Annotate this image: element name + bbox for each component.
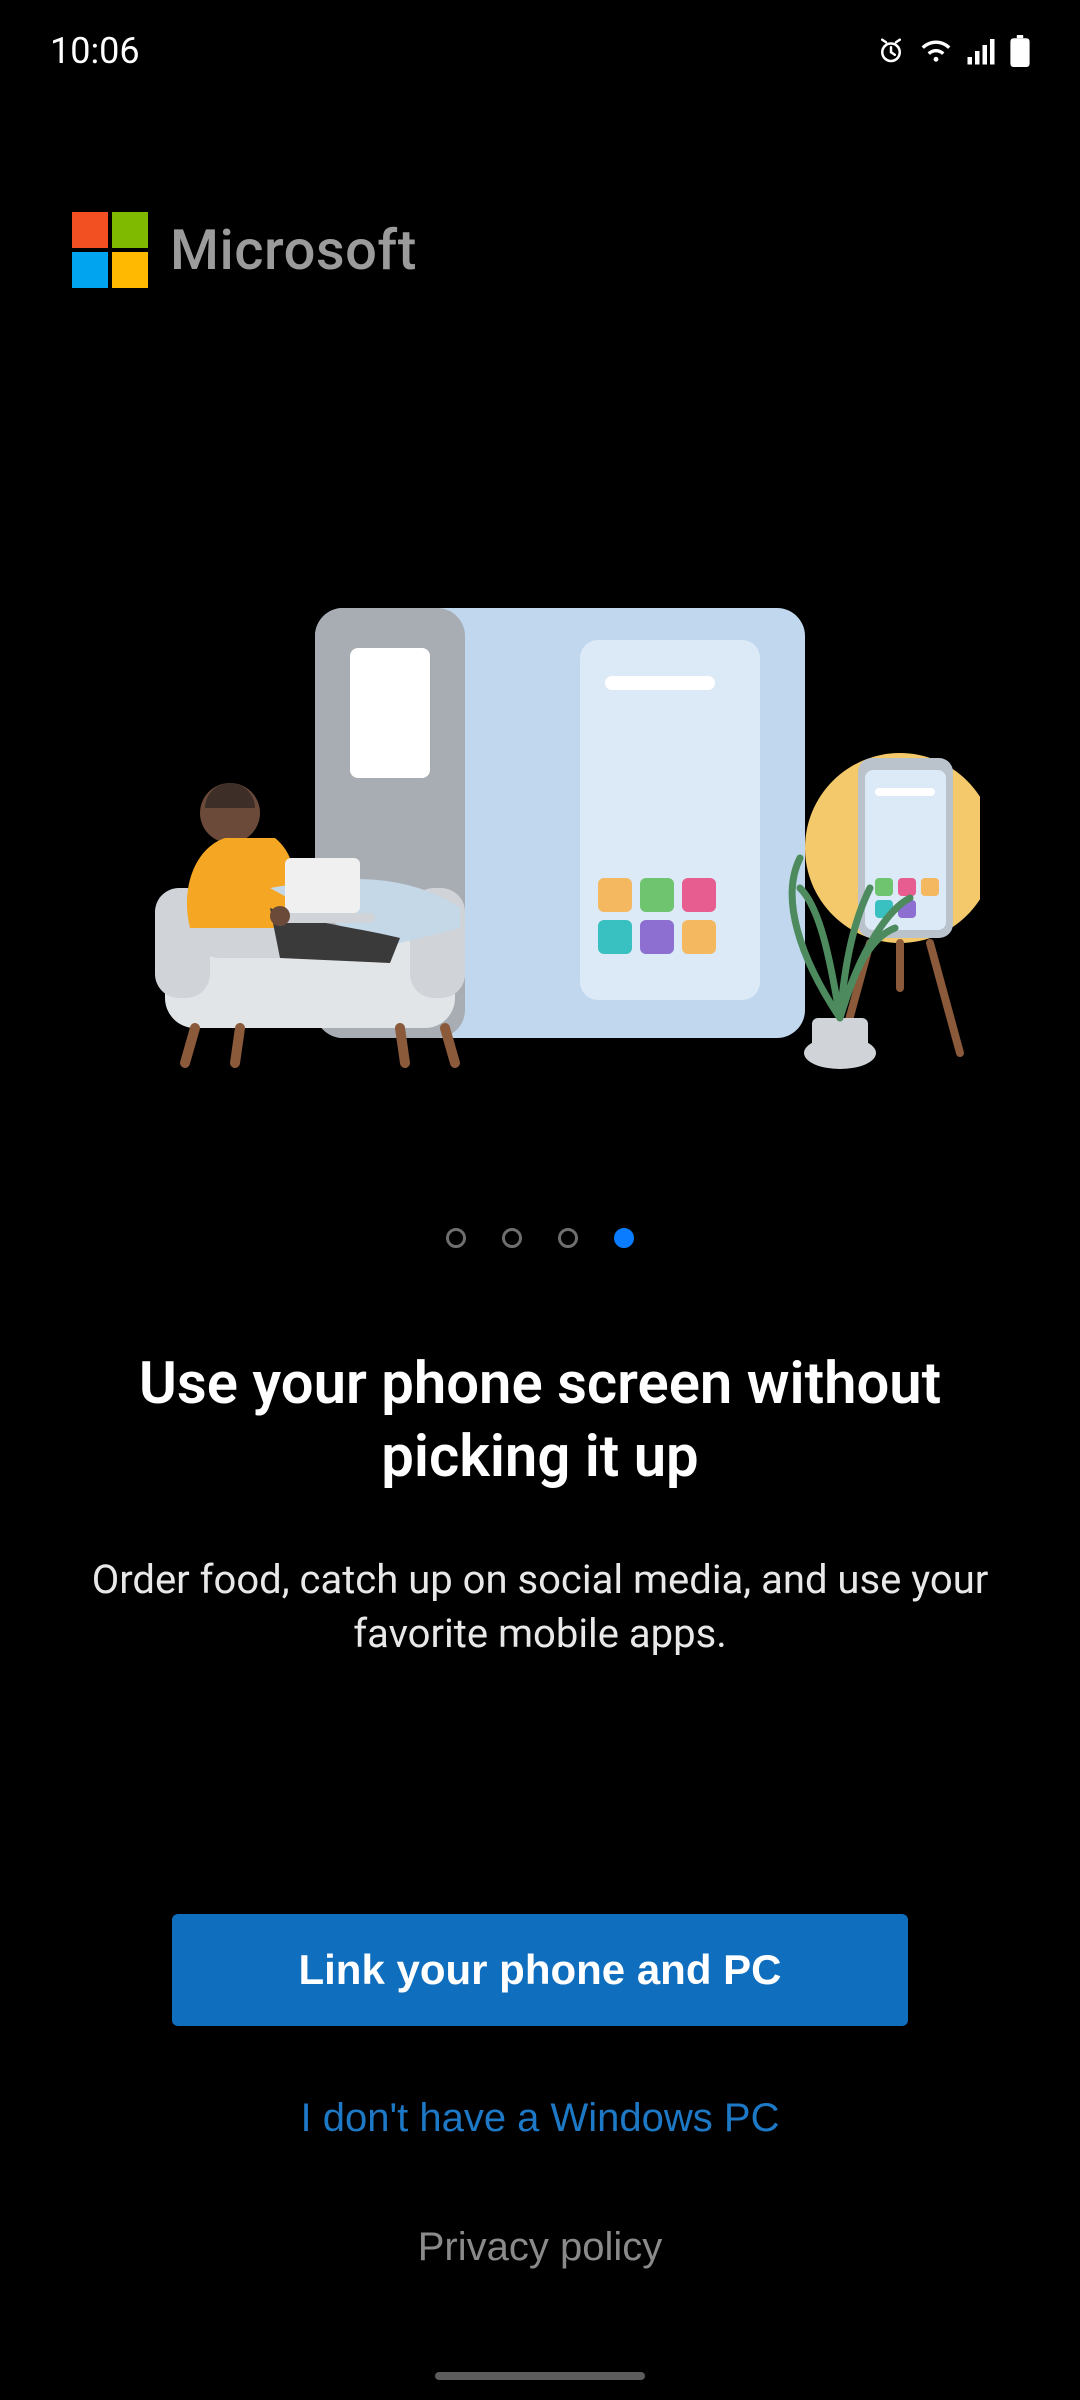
- wifi-icon: [920, 36, 952, 66]
- signal-icon: [966, 36, 996, 66]
- status-icons: [876, 35, 1030, 67]
- privacy-policy-link[interactable]: Privacy policy: [172, 2205, 908, 2290]
- onboarding-headline: Use your phone screen without picking it…: [0, 1348, 1080, 1493]
- no-windows-pc-button[interactable]: I don't have a Windows PC: [172, 2068, 908, 2169]
- onboarding-illustration: [0, 598, 1080, 1078]
- battery-icon: [1010, 35, 1030, 67]
- brand-name: Microsoft: [170, 217, 417, 283]
- alarm-icon: [876, 36, 906, 66]
- microsoft-logo-icon: [72, 212, 148, 288]
- bottom-actions: Link your phone and PC I don't have a Wi…: [0, 1914, 1080, 2400]
- page-dot-active: [614, 1228, 634, 1248]
- link-phone-pc-button[interactable]: Link your phone and PC: [172, 1914, 908, 2026]
- page-indicator: [0, 1228, 1080, 1248]
- nav-handle[interactable]: [435, 2372, 645, 2380]
- onboarding-subtext: Order food, catch up on social media, an…: [0, 1553, 1080, 1661]
- page-dot: [446, 1228, 466, 1248]
- status-time: 10:06: [50, 30, 140, 72]
- brand-header: Microsoft: [0, 82, 1080, 288]
- page-dot: [502, 1228, 522, 1248]
- status-bar: 10:06: [0, 0, 1080, 82]
- page-dot: [558, 1228, 578, 1248]
